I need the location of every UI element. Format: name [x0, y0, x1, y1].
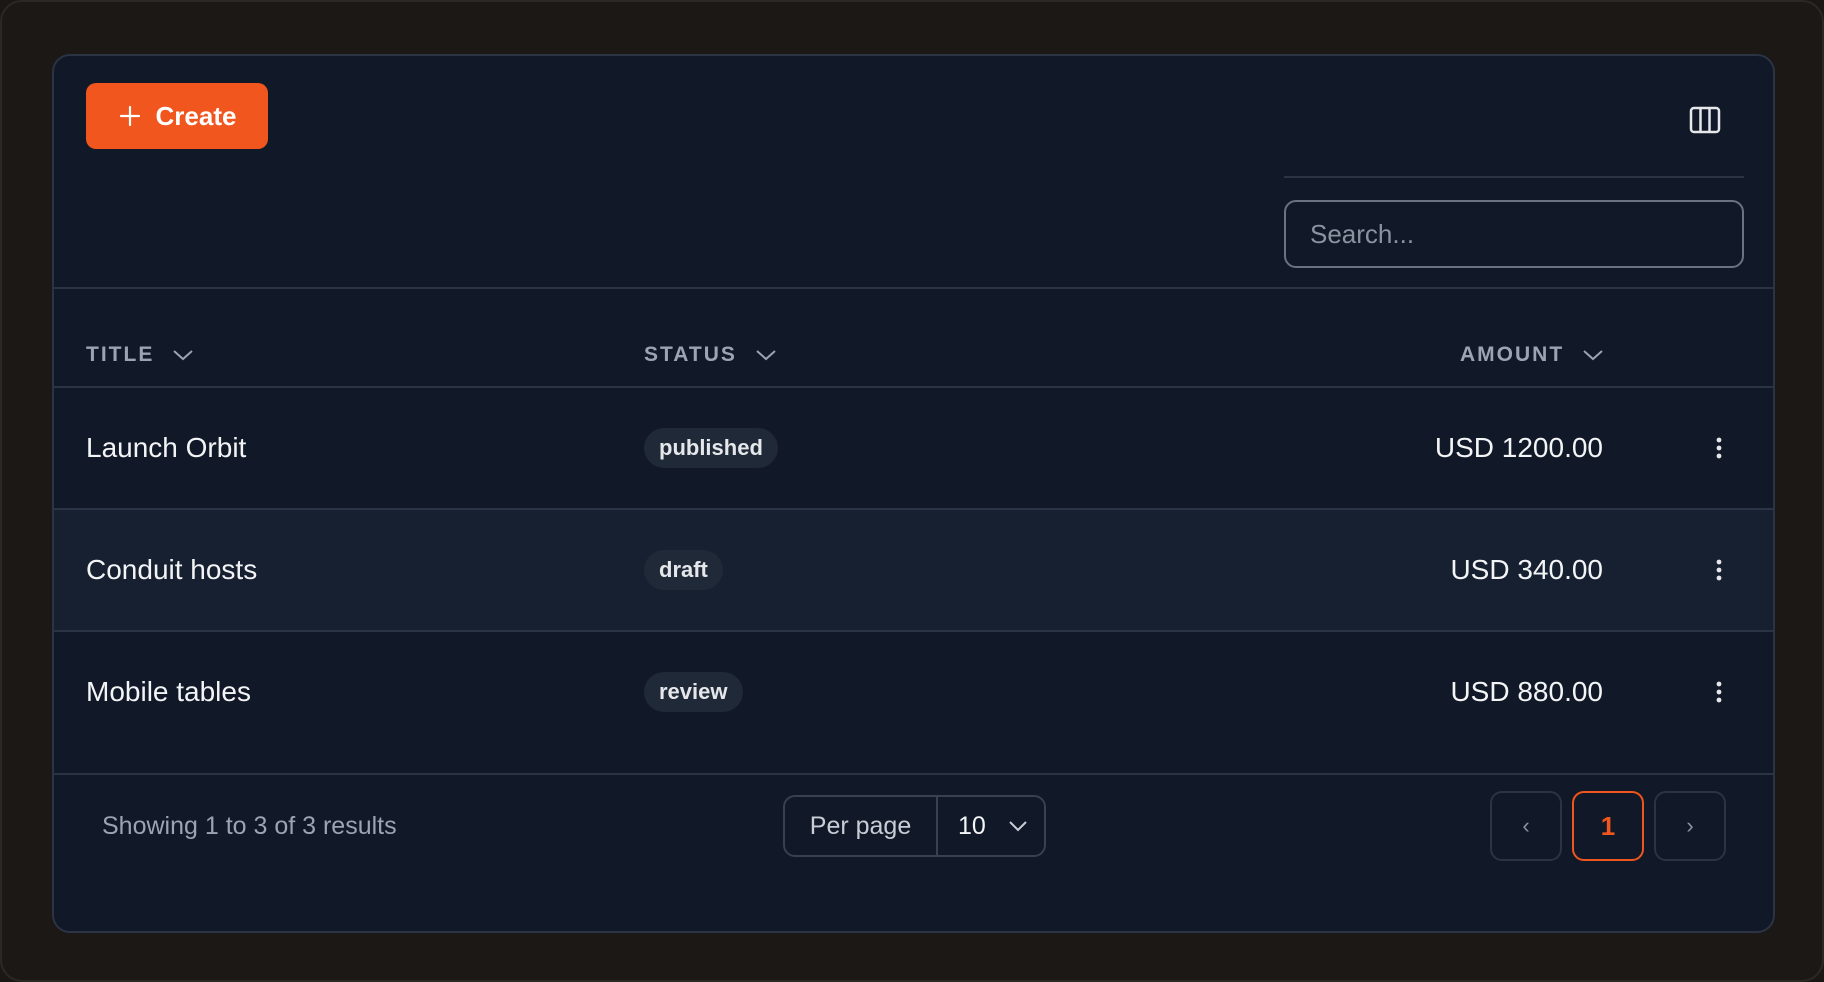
create-button-label: Create [155, 100, 237, 131]
column-header-label: AMOUNT [1460, 343, 1565, 366]
row-title: Launch Orbit [86, 432, 247, 463]
create-button[interactable]: Create [86, 83, 268, 149]
per-page-select[interactable]: 10 [938, 797, 1044, 855]
columns-icon [1689, 106, 1721, 134]
column-header-amount[interactable]: AMOUNT [1460, 340, 1604, 370]
status-badge: draft [644, 550, 723, 590]
chevron-down-icon [1583, 350, 1603, 361]
page-number: 1 [1600, 810, 1616, 841]
row-actions-button[interactable] [1699, 550, 1739, 590]
table-row[interactable]: Launch Orbit published USD 1200.00 [54, 388, 1773, 508]
row-title: Mobile tables [86, 676, 251, 707]
chevron-down-icon [1009, 821, 1027, 832]
chevron-down-icon [756, 350, 776, 361]
table-panel: Create TITLE STATUS AMOUNT [52, 54, 1775, 933]
row-amount: USD 340.00 [1450, 554, 1603, 585]
results-summary: Showing 1 to 3 of 3 results [102, 811, 397, 840]
column-header-label: TITLE [86, 343, 155, 366]
row-actions-button[interactable] [1699, 672, 1739, 712]
search-input[interactable] [1284, 200, 1744, 268]
footer-divider [54, 773, 1773, 775]
toolbar-divider [54, 287, 1773, 289]
more-vertical-icon [1716, 681, 1722, 703]
app-frame: Create TITLE STATUS AMOUNT [0, 0, 1824, 982]
next-page-button[interactable]: › [1654, 791, 1726, 861]
chevron-left-icon: ‹ [1522, 813, 1530, 838]
per-page-control: Per page 10 [783, 795, 1046, 857]
table-row[interactable]: Conduit hosts draft USD 340.00 [54, 510, 1773, 630]
more-vertical-icon [1716, 559, 1722, 581]
row-amount: USD 1200.00 [1434, 432, 1603, 463]
previous-page-button[interactable]: ‹ [1490, 791, 1562, 861]
per-page-label: Per page [785, 797, 938, 855]
plus-icon [119, 105, 140, 127]
status-badge: review [644, 672, 743, 712]
row-title: Conduit hosts [86, 554, 258, 585]
column-header-label: STATUS [644, 343, 737, 366]
column-header-title[interactable]: TITLE [86, 340, 194, 370]
status-badge: published [644, 428, 778, 468]
column-header-status[interactable]: STATUS [644, 340, 777, 370]
chevron-right-icon: › [1686, 813, 1694, 838]
table-row[interactable]: Mobile tables review USD 880.00 [54, 632, 1773, 752]
more-vertical-icon [1716, 437, 1722, 459]
column-toggle-button[interactable] [1684, 100, 1726, 140]
page-1-button[interactable]: 1 [1572, 791, 1644, 861]
per-page-value: 10 [958, 811, 986, 840]
row-actions-button[interactable] [1699, 428, 1739, 468]
chevron-down-icon [173, 350, 193, 361]
row-amount: USD 880.00 [1450, 676, 1603, 707]
search-divider [1284, 176, 1744, 178]
